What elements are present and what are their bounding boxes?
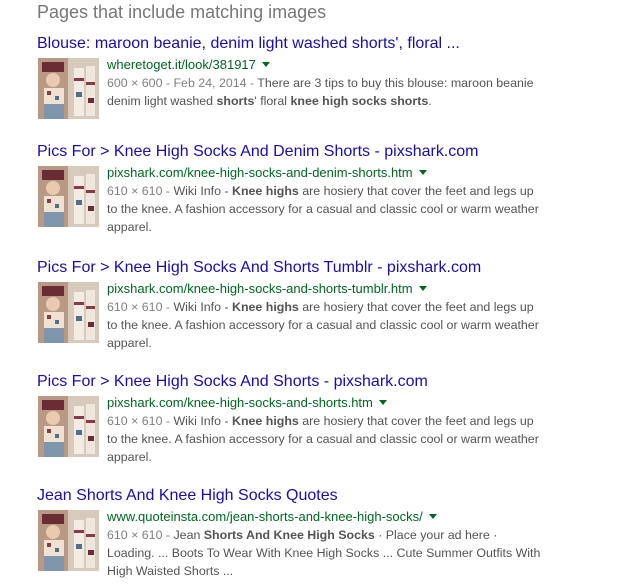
snippet-text: Wiki Info -	[173, 184, 233, 198]
result-url[interactable]: www.quoteinsta.com/jean-shorts-and-knee-…	[107, 509, 423, 524]
result-title-link[interactable]: Jean Shorts And Knee High Socks Quotes	[37, 485, 617, 507]
result-meta: 610 × 610 -	[107, 414, 174, 428]
result-meta: 610 × 610 -	[107, 184, 174, 198]
result-title-link[interactable]: Blouse: maroon beanie, denim light washe…	[37, 33, 617, 55]
snippet-bold: Shorts And Knee High Socks	[203, 528, 375, 542]
result-snippet: 600 × 600 - Feb 24, 2014 - There are 3 t…	[107, 74, 547, 110]
result-body: pixshark.com/knee-high-socks-and-shorts.…	[37, 394, 617, 466]
result-snippet: 610 × 610 - Jean Shorts And Knee High So…	[107, 526, 547, 580]
result-text: wheretoget.it/look/381917 600 × 600 - Fe…	[107, 56, 547, 110]
snippet-bold: shorts	[216, 94, 255, 108]
search-result: Pics For > Knee High Socks And Denim Sho…	[37, 141, 617, 236]
result-meta: 610 × 610 -	[107, 528, 174, 542]
result-thumbnail[interactable]	[38, 166, 99, 227]
result-title-link[interactable]: Pics For > Knee High Socks And Shorts Tu…	[37, 257, 617, 279]
result-body: www.quoteinsta.com/jean-shorts-and-knee-…	[37, 508, 617, 580]
result-url[interactable]: pixshark.com/knee-high-socks-and-shorts.…	[107, 395, 373, 410]
caret-down-icon[interactable]	[418, 286, 427, 291]
result-body: wheretoget.it/look/381917 600 × 600 - Fe…	[37, 56, 617, 119]
result-thumbnail[interactable]	[38, 510, 99, 571]
result-snippet: 610 × 610 - Wiki Info - Knee highs are h…	[107, 182, 547, 236]
result-url-line: pixshark.com/knee-high-socks-and-denim-s…	[107, 164, 547, 182]
result-body: pixshark.com/knee-high-socks-and-shorts-…	[37, 280, 617, 352]
caret-down-icon[interactable]	[418, 170, 427, 175]
result-meta: 600 × 600 - Feb 24, 2014 -	[107, 76, 258, 90]
section-heading: Pages that include matching images	[37, 2, 327, 22]
result-url-line: pixshark.com/knee-high-socks-and-shorts-…	[107, 280, 547, 298]
result-text: pixshark.com/knee-high-socks-and-shorts-…	[107, 280, 547, 352]
search-results-page: Pages that include matching images Blous…	[0, 0, 622, 586]
snippet-bold: Knee highs	[232, 300, 299, 314]
result-meta: 610 × 610 -	[107, 300, 174, 314]
search-result: Pics For > Knee High Socks And Shorts - …	[37, 371, 617, 466]
thumbnail-image	[38, 510, 99, 571]
result-url[interactable]: pixshark.com/knee-high-socks-and-shorts-…	[107, 281, 413, 296]
snippet-text: .	[428, 94, 432, 108]
snippet-bold: knee high socks shorts	[290, 94, 429, 108]
result-url-line: wheretoget.it/look/381917	[107, 56, 547, 74]
search-result: Pics For > Knee High Socks And Shorts Tu…	[37, 257, 617, 352]
result-text: pixshark.com/knee-high-socks-and-denim-s…	[107, 164, 547, 236]
caret-down-icon[interactable]	[261, 62, 270, 67]
result-title-link[interactable]: Pics For > Knee High Socks And Denim Sho…	[37, 141, 617, 163]
snippet-bold: Knee highs	[232, 414, 299, 428]
caret-down-icon[interactable]	[378, 400, 387, 405]
snippet-text: Jean	[173, 528, 204, 542]
result-text: www.quoteinsta.com/jean-shorts-and-knee-…	[107, 508, 547, 580]
result-body: pixshark.com/knee-high-socks-and-denim-s…	[37, 164, 617, 236]
thumbnail-image	[38, 166, 99, 227]
search-result: Blouse: maroon beanie, denim light washe…	[37, 33, 617, 119]
snippet-text: Wiki Info -	[173, 300, 233, 314]
search-result: Jean Shorts And Knee High Socks Quotes w…	[37, 485, 617, 580]
result-url-line: pixshark.com/knee-high-socks-and-shorts.…	[107, 394, 547, 412]
result-snippet: 610 × 610 - Wiki Info - Knee highs are h…	[107, 298, 547, 352]
result-thumbnail[interactable]	[38, 282, 99, 343]
thumbnail-image	[38, 396, 99, 457]
result-title-link[interactable]: Pics For > Knee High Socks And Shorts - …	[37, 371, 617, 393]
result-snippet: 610 × 610 - Wiki Info - Knee highs are h…	[107, 412, 547, 466]
snippet-text: Wiki Info -	[173, 414, 233, 428]
result-text: pixshark.com/knee-high-socks-and-shorts.…	[107, 394, 547, 466]
caret-down-icon[interactable]	[428, 514, 437, 519]
result-thumbnail[interactable]	[38, 58, 99, 119]
result-url[interactable]: pixshark.com/knee-high-socks-and-denim-s…	[107, 165, 413, 180]
thumbnail-image	[38, 282, 99, 343]
result-thumbnail[interactable]	[38, 396, 99, 457]
result-url-line: www.quoteinsta.com/jean-shorts-and-knee-…	[107, 508, 547, 526]
thumbnail-image	[38, 58, 99, 119]
snippet-bold: Knee highs	[232, 184, 299, 198]
result-url[interactable]: wheretoget.it/look/381917	[107, 57, 256, 72]
snippet-text: ' floral	[254, 94, 291, 108]
